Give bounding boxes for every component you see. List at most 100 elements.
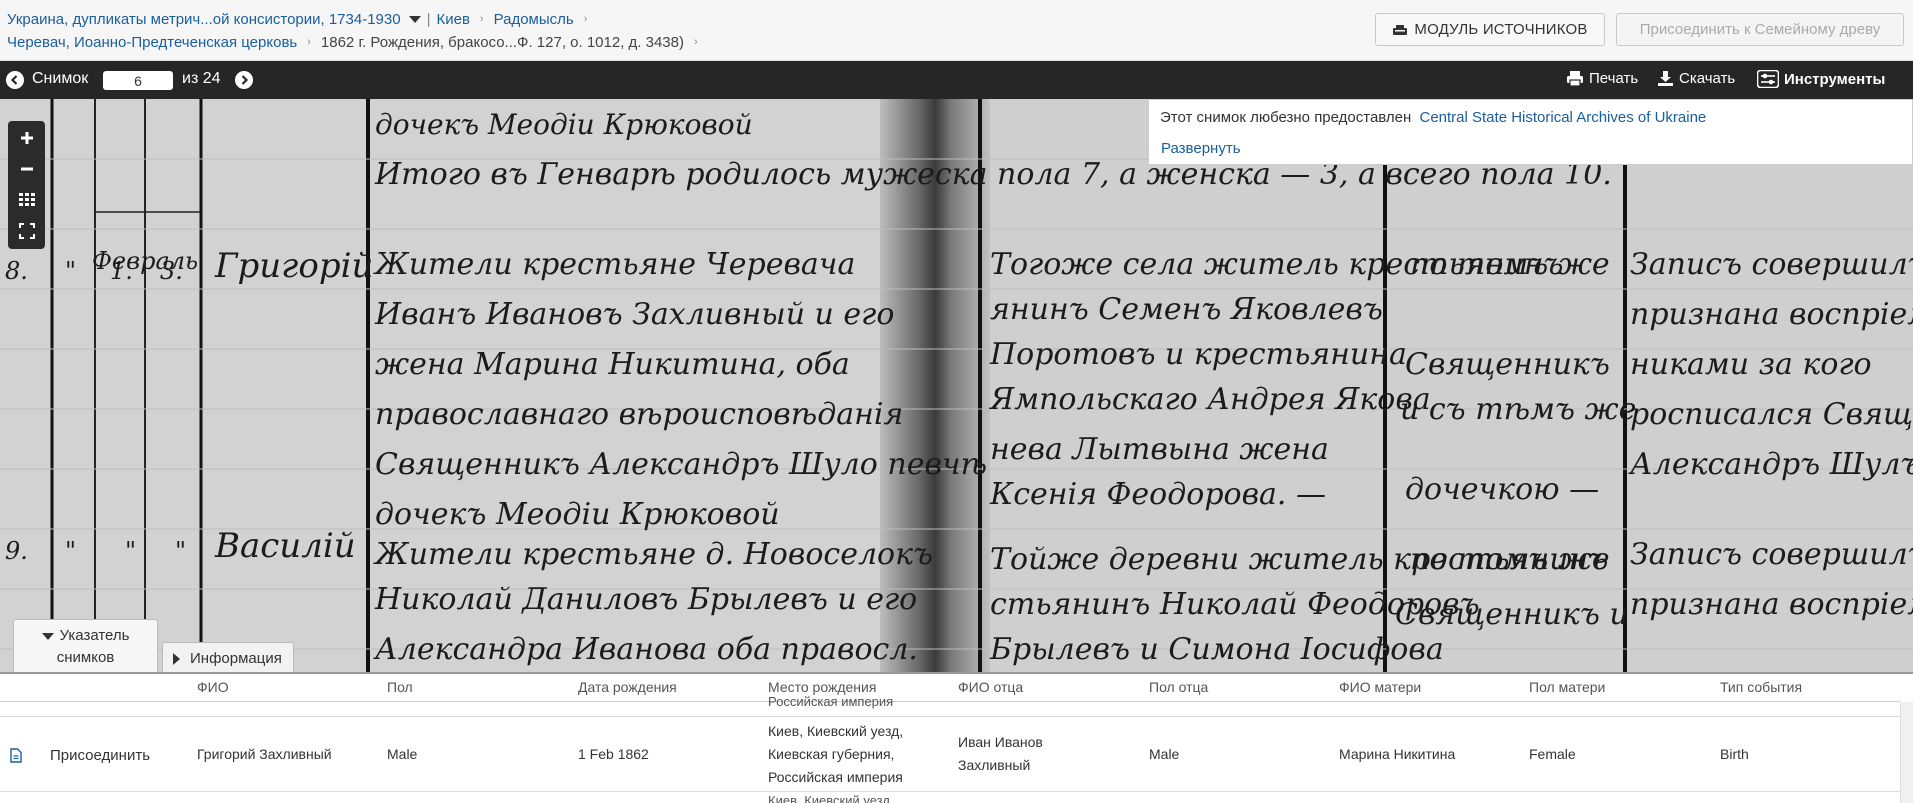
svg-text:никами за кого: никами за кого xyxy=(1630,347,1872,382)
zoom-in-button[interactable] xyxy=(8,123,45,153)
birth-place-line-2: Киевская губерния, xyxy=(768,746,895,762)
zoom-in-icon xyxy=(20,132,33,144)
birth-place-line-3: Российская империя xyxy=(768,769,903,785)
birth-place-line-1: Киев, Киевский уезд, xyxy=(768,723,904,739)
svg-text:признана воспрiем: признана воспрiем xyxy=(1630,587,1913,622)
tab-image-index[interactable]: Указатель снимков xyxy=(13,619,158,674)
svg-text:": " xyxy=(175,537,186,565)
chevron-right-icon: › xyxy=(307,36,311,48)
fullscreen-button[interactable] xyxy=(8,216,45,246)
row-divider xyxy=(0,791,1900,792)
tab-image-index-line2: снимков xyxy=(56,649,115,666)
svg-text:дочекъ Меодiи Крюковой: дочекъ Меодiи Крюковой xyxy=(375,497,780,532)
svg-text:дочечкою —: дочечкою — xyxy=(1405,472,1599,507)
tab-image-index-label: Указатель xyxy=(59,627,130,644)
download-icon xyxy=(1658,71,1673,86)
collection-title-link[interactable]: Украина, дупликаты метрич...ой консистор… xyxy=(7,8,401,31)
father-name-line-2: Захливный xyxy=(958,757,1031,773)
document-icon[interactable] xyxy=(10,748,22,763)
column-header-name[interactable]: ФИО xyxy=(197,679,229,695)
svg-text:Ксенiя Феодорова. —: Ксенiя Феодорова. — xyxy=(989,477,1326,512)
image-total: из 24 xyxy=(182,70,221,87)
archive-source-link[interactable]: Central State Historical Archives of Ukr… xyxy=(1419,109,1706,126)
column-header-sex[interactable]: Пол xyxy=(387,679,413,695)
svg-text:жена Марина Никитина, оба: жена Марина Никитина, оба xyxy=(375,347,850,382)
svg-text:Священникъ Александръ Шуло пев: Священникъ Александръ Шуло певчѣ xyxy=(375,447,987,482)
download-button[interactable]: Скачать xyxy=(1657,70,1735,87)
svg-text:Александра Иванова оба правосл: Александра Иванова оба правосл. xyxy=(373,632,918,667)
column-header-mother-name[interactable]: ФИО матери xyxy=(1339,679,1421,695)
zoom-out-icon xyxy=(20,167,33,171)
image-index-table: ФИО Пол Дата рождения Место рождения ФИО… xyxy=(0,672,1913,803)
sources-module-button[interactable]: МОДУЛЬ ИСТОЧНИКОВ xyxy=(1375,13,1605,46)
chevron-right-icon: › xyxy=(693,36,698,48)
print-button[interactable]: Печать xyxy=(1566,70,1638,87)
tab-information-label: Информация xyxy=(190,650,282,667)
chevron-right-icon: › xyxy=(583,13,588,25)
father-sex: Male xyxy=(1149,746,1180,762)
svg-text:Ямпольскаго Андрея Якова: Ямпольскаго Андрея Якова xyxy=(988,382,1431,417)
column-header-mother-sex[interactable]: Пол матери xyxy=(1529,679,1605,695)
tools-button[interactable]: Инструменты xyxy=(1757,70,1885,88)
next-row-birth-place: Киев, Киевский уезд xyxy=(768,793,890,803)
expand-credit-link[interactable]: Развернуть xyxy=(1161,140,1241,157)
printer-icon xyxy=(1567,71,1583,87)
svg-text:православнаго вѣроисповѣданія: православнаго вѣроисповѣданія xyxy=(375,397,903,432)
event-type: Birth xyxy=(1720,746,1749,762)
breadcrumb-row-2: Черевач, Иоанно-Предтеченская церковь › … xyxy=(7,31,708,54)
birth-date: 1 Feb 1862 xyxy=(578,746,649,762)
svg-text:Василiй: Василiй xyxy=(214,526,356,566)
record-image-viewer[interactable]: дочекъ Меодiи Крюковой Итого въ Генварѣ … xyxy=(0,99,1913,672)
tab-image-index-line1: Указатель xyxy=(14,625,157,647)
svg-text:Брылевъ и Симона Iосифова: Брылевъ и Симона Iосифова xyxy=(989,632,1444,667)
svg-text:": " xyxy=(65,537,76,565)
table-scrollbar[interactable] xyxy=(1900,702,1913,803)
svg-text:признана воспрiем: признана воспрiем xyxy=(1630,297,1913,332)
tools-label: Инструменты xyxy=(1784,70,1886,88)
mother-name: Марина Никитина xyxy=(1339,746,1456,762)
zoom-out-button[interactable] xyxy=(8,154,45,184)
tab-information[interactable]: Информация xyxy=(162,642,294,674)
breadcrumb-church-link[interactable]: Черевач, Иоанно-Предтеченская церковь xyxy=(7,31,297,54)
cash-register-icon xyxy=(1393,24,1408,35)
svg-text:9.: 9. xyxy=(5,537,28,565)
column-header-father-name[interactable]: ФИО отца xyxy=(958,679,1023,695)
svg-text:янинъ Семенъ Яковлевъ: янинъ Семенъ Яковлевъ xyxy=(990,292,1383,327)
column-header-event-type[interactable]: Тип события xyxy=(1720,679,1802,695)
svg-text:Записъ совершилъ: Записъ совершилъ xyxy=(1630,247,1913,282)
image-number-input[interactable] xyxy=(103,71,173,90)
person-name: Григорий Захливный xyxy=(197,746,332,762)
caret-down-icon xyxy=(41,632,54,640)
svg-text:Жители крестьяне д. Новоселокъ: Жители крестьяне д. Новоселокъ xyxy=(373,537,933,572)
svg-text:Записъ совершилъ: Записъ совершилъ xyxy=(1630,537,1913,572)
column-header-birth-date[interactable]: Дата рождения xyxy=(578,679,677,695)
svg-text:Поротовъ и крестьянина: Поротовъ и крестьянина xyxy=(989,337,1407,372)
svg-text:и съ тѣмъ же: и съ тѣмъ же xyxy=(1400,392,1636,427)
credit-line: Этот снимок любезно предоставлен Central… xyxy=(1160,109,1706,126)
svg-text:нева Лытвына жена: нева Лытвына жена xyxy=(990,432,1329,467)
breadcrumb-radomysl-link[interactable]: Радомысль xyxy=(494,8,574,31)
next-image-button[interactable] xyxy=(235,71,253,89)
previous-image-button[interactable] xyxy=(6,71,24,89)
sources-module-label: МОДУЛЬ ИСТОЧНИКОВ xyxy=(1414,21,1588,38)
attach-record-link[interactable]: Присоединить xyxy=(50,744,150,767)
father-name-line-1: Иван Иванов xyxy=(958,734,1043,750)
gallery-view-button[interactable] xyxy=(8,185,45,215)
attach-to-tree-button[interactable]: Присоединить к Семейному древу xyxy=(1616,13,1904,46)
chevron-right-icon xyxy=(241,75,249,85)
breadcrumb-record-set: 1862 г. Рождения, бракосо...Ф. 127, о. 1… xyxy=(320,34,684,51)
collection-dropdown-icon[interactable] xyxy=(408,16,421,23)
header: Украина, дупликаты метрич...ой консистор… xyxy=(0,0,1913,61)
svg-text:Александръ Шулъ: Александръ Шулъ xyxy=(1628,447,1913,482)
svg-text:дочекъ Меодiи Крюковой: дочекъ Меодiи Крюковой xyxy=(375,108,753,141)
person-sex: Male xyxy=(387,746,418,762)
breadcrumb: Украина, дупликаты метрич...ой консистор… xyxy=(7,8,708,54)
breadcrumb-kiev-link[interactable]: Киев xyxy=(436,8,469,31)
breadcrumb-divider: | xyxy=(426,11,431,28)
column-header-father-sex[interactable]: Пол отца xyxy=(1149,679,1208,695)
svg-text:Григорiй: Григорiй xyxy=(214,246,373,286)
svg-text:Священникъ: Священникъ xyxy=(1405,347,1610,382)
svg-text:Жители крестьяне Черевача: Жители крестьяне Черевача xyxy=(373,247,855,282)
chevron-right-icon: › xyxy=(479,13,484,25)
svg-text:Николай Даниловъ Брылевъ и его: Николай Даниловъ Брылевъ и его xyxy=(374,582,917,617)
